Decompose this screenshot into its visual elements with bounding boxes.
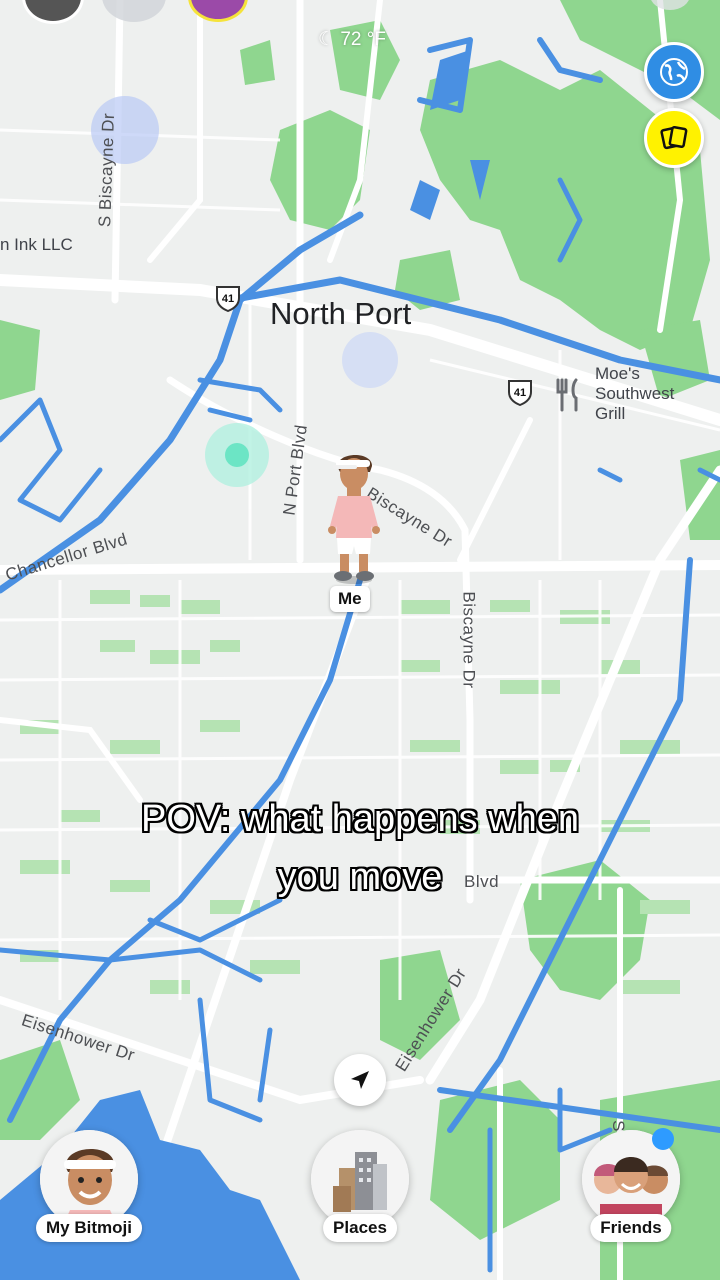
places-label: Places xyxy=(323,1214,397,1242)
moon-icon: ☾ xyxy=(318,29,336,50)
highway-41-shield-left: 41 xyxy=(216,286,240,312)
user-bitmoji-marker[interactable] xyxy=(324,446,384,586)
highway-number-text: 41 xyxy=(222,293,234,305)
highway-41-shield-right: 41 xyxy=(508,380,532,406)
friends-notification-dot xyxy=(652,1128,674,1150)
caption-line-1: POV: what happens when xyxy=(141,798,579,840)
card-icon xyxy=(660,125,688,150)
friends-label: Friends xyxy=(590,1214,672,1242)
poi-moes-line3: Grill xyxy=(595,404,626,423)
caption-line-2: you move xyxy=(277,856,443,898)
weather-readout: ☾ 72 °F xyxy=(318,28,386,51)
poi-moes-line1: Moe's xyxy=(595,364,640,383)
user-marker-label[interactable]: Me xyxy=(330,586,370,612)
stories-card-button[interactable] xyxy=(644,108,704,168)
poi-ink-llc: n Ink LLC xyxy=(0,235,73,254)
nav-places[interactable]: Places xyxy=(285,1130,435,1250)
poi-moes-southwest-grill: Moe's Southwest Grill xyxy=(595,364,674,424)
locate-me-button[interactable] xyxy=(334,1054,386,1106)
navigation-arrow-icon xyxy=(351,1071,369,1089)
road-label-s-biscayne: S Biscayne Dr xyxy=(95,112,119,228)
city-label: North Port xyxy=(270,296,412,331)
my-bitmoji-label: My Bitmoji xyxy=(36,1214,142,1242)
video-caption: POV: what happens when you move xyxy=(0,790,720,906)
nav-friends[interactable]: Friends xyxy=(556,1128,706,1250)
poi-moes-line2: Southwest xyxy=(595,384,675,403)
highway-number-text: 41 xyxy=(514,387,526,399)
globe-button[interactable] xyxy=(644,42,704,102)
temperature-label: 72 °F xyxy=(340,29,386,50)
road-label-biscayne-vertical: Biscayne Dr xyxy=(459,591,479,689)
nav-my-bitmoji[interactable]: My Bitmoji xyxy=(14,1130,164,1250)
globe-icon xyxy=(660,58,688,86)
